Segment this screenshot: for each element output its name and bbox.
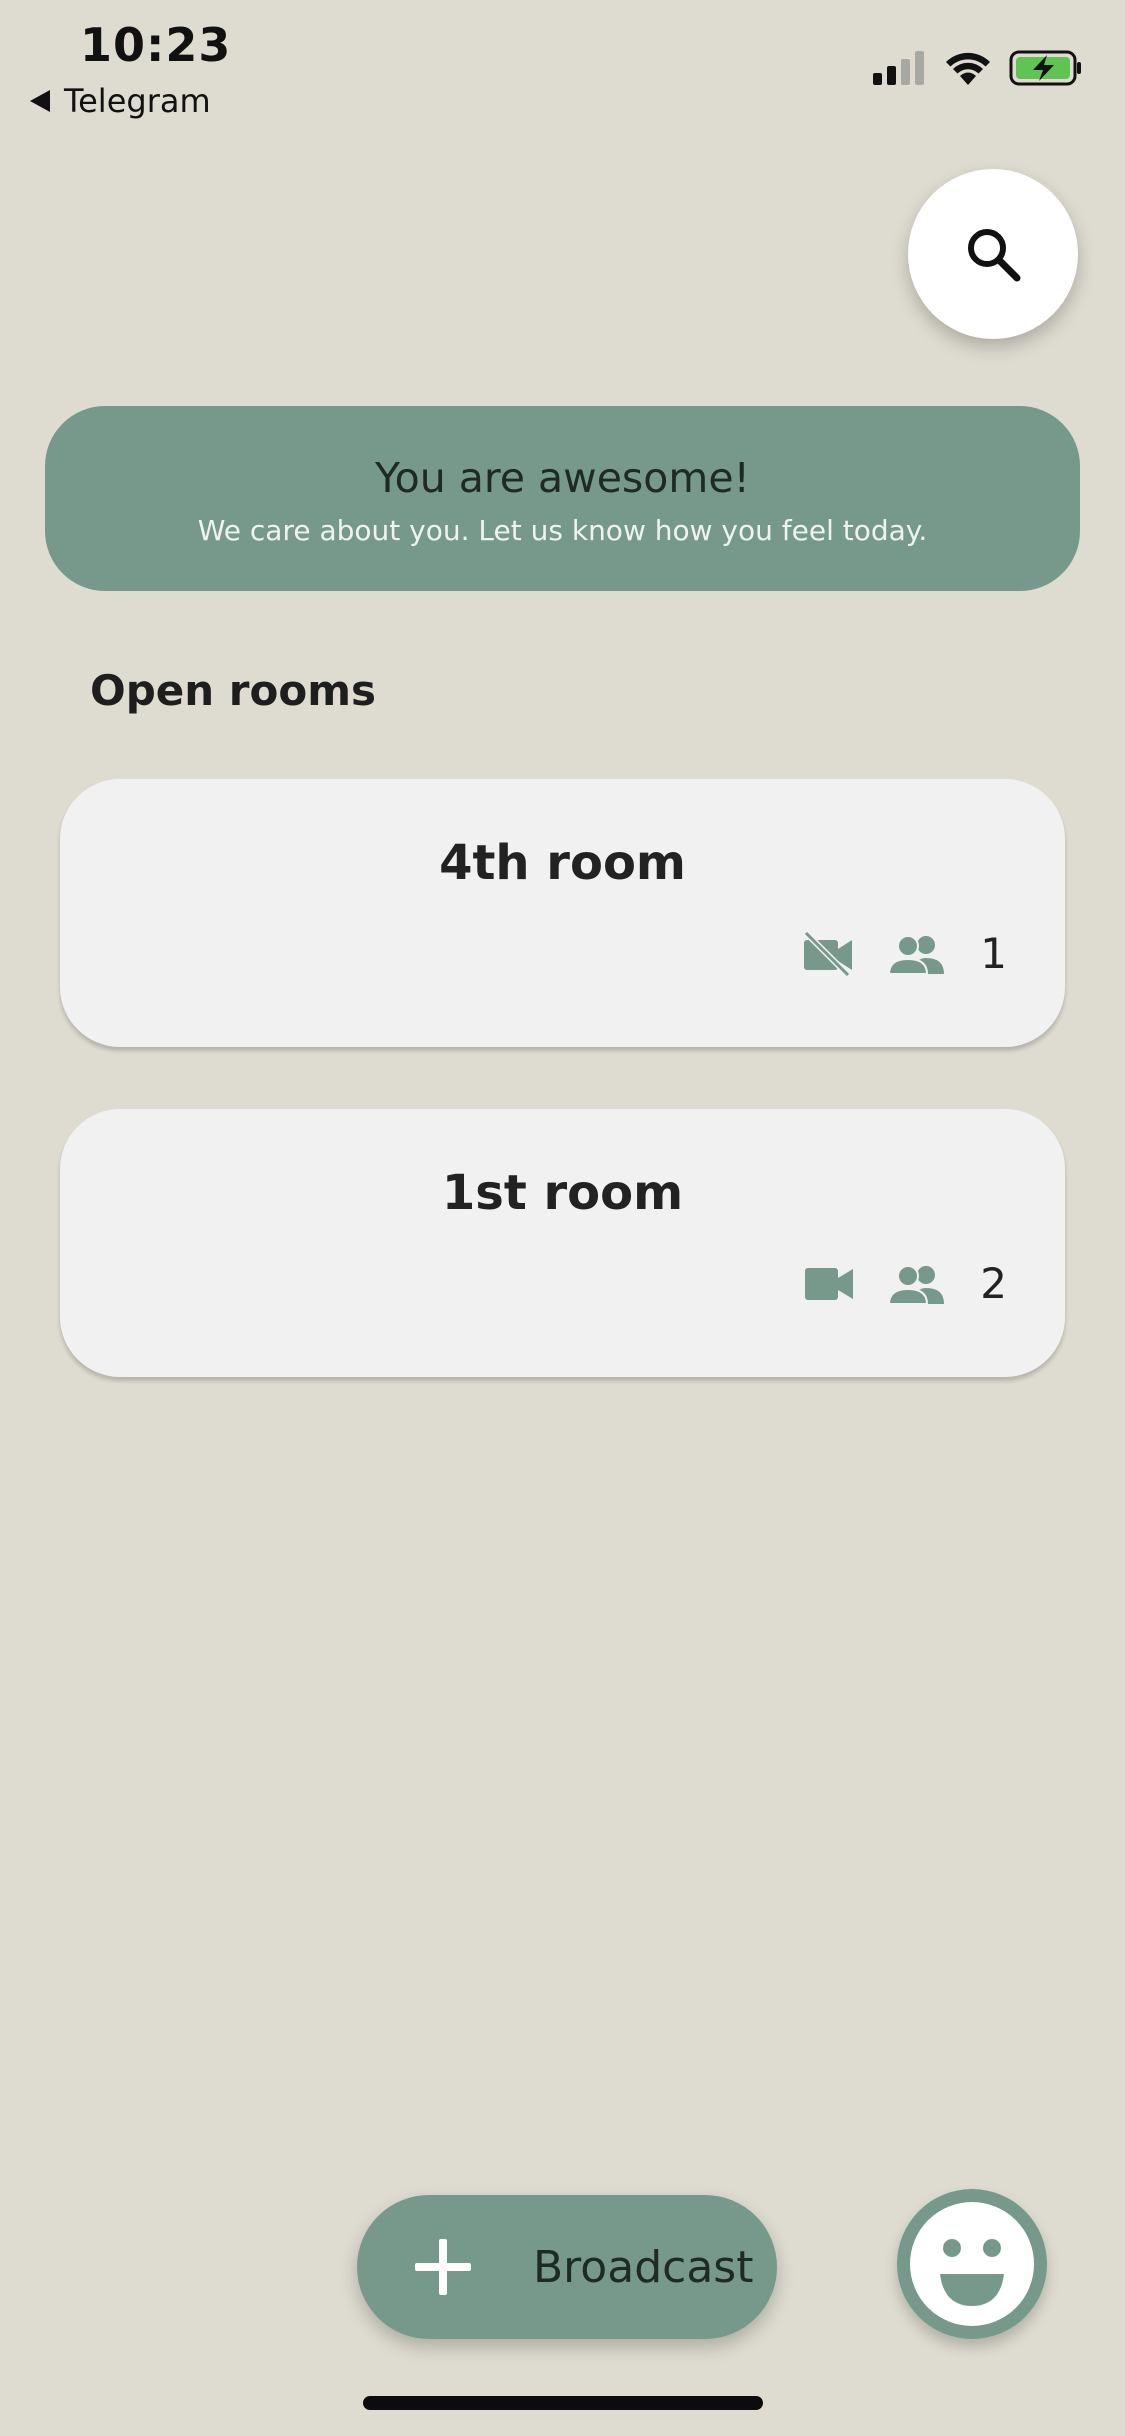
search-button[interactable] (908, 169, 1078, 339)
status-time: 10:23 (80, 18, 232, 72)
plus-icon (415, 2239, 471, 2295)
people-icon (888, 1264, 945, 1304)
battery-charging-icon (1009, 50, 1081, 86)
back-arrow-icon (30, 90, 50, 112)
room-meta: 2 (804, 1259, 1007, 1308)
participant-count: 1 (980, 929, 1007, 978)
back-app-label: Telegram (64, 82, 211, 120)
broadcast-label: Broadcast (533, 2241, 754, 2293)
people-icon (888, 934, 945, 974)
open-rooms-heading: Open rooms (90, 666, 376, 715)
room-meta: 1 (802, 929, 1007, 978)
wifi-icon (946, 52, 990, 85)
room-card[interactable]: 1st room 2 (60, 1109, 1065, 1377)
search-icon (968, 229, 1021, 282)
participant-count: 2 (980, 1259, 1007, 1308)
home-indicator[interactable] (363, 2396, 763, 2410)
app-screen: 10:23 Telegram You are awesome! We care … (0, 0, 1125, 2436)
video-off-icon (804, 930, 853, 977)
mood-button[interactable] (897, 2189, 1047, 2339)
status-icons (873, 50, 1083, 86)
video-icon (805, 1267, 854, 1300)
banner-title: You are awesome! (375, 454, 750, 502)
broadcast-button[interactable]: Broadcast (357, 2195, 777, 2339)
banner-subtitle: We care about you. Let us know how you f… (197, 514, 928, 547)
room-name: 4th room (439, 835, 686, 891)
room-card[interactable]: 4th room 1 (60, 779, 1065, 1047)
signal-icon (873, 51, 924, 85)
smiley-icon (910, 2202, 1034, 2326)
mood-banner[interactable]: You are awesome! We care about you. Let … (45, 406, 1080, 591)
back-to-app-link[interactable]: Telegram (30, 82, 211, 120)
room-name: 1st room (441, 1165, 684, 1221)
